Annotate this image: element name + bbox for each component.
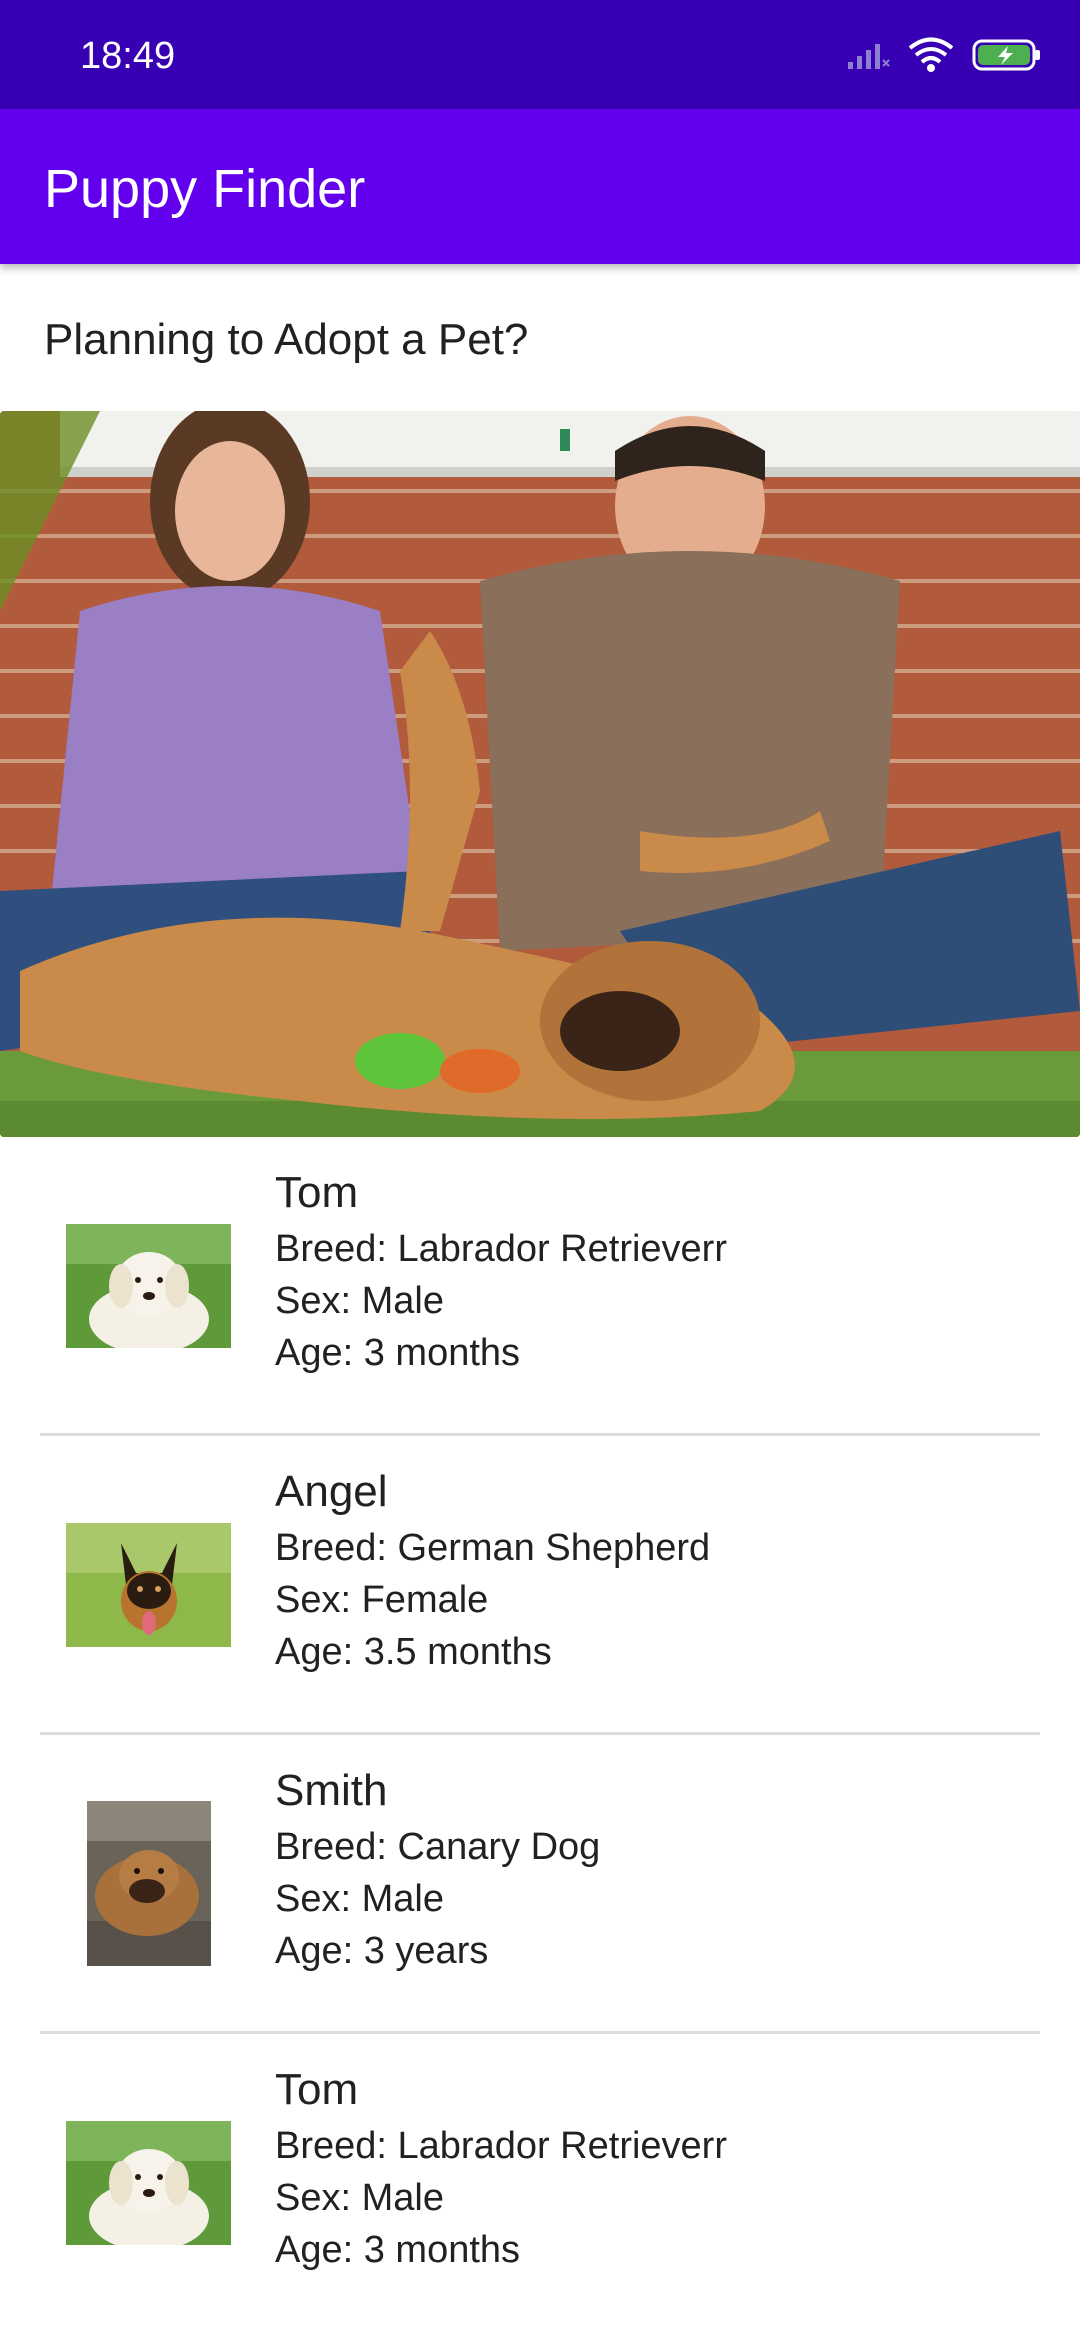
puppy-thumbnail [66,2121,231,2245]
pet-sex: Sex: Female [275,1579,489,1621]
pet-age: Age: 3 months [275,1332,521,1374]
pet-sex: Sex: Male [275,1280,444,1322]
list-item[interactable]: Tom Breed: Labrador Retrieverr Sex: Male… [0,2034,1080,2333]
signal-icon [846,40,890,75]
pet-list: Tom Breed: Labrador Retrieverr Sex: Male… [0,1137,1080,2333]
wifi-icon [908,37,954,78]
pet-breed: Breed: Labrador Retrieverr [275,1228,727,1270]
pet-sex: Sex: Male [275,2177,444,2219]
pet-name: Tom [275,1168,359,1217]
pet-sex: Sex: Male [275,1878,444,1920]
status-icons [846,32,1042,82]
pet-info: Smith Breed: Canary Dog Sex: Male Age: 3… [275,1763,600,1977]
german-shepherd-thumbnail [66,1523,231,1647]
canary-dog-thumbnail [87,1801,211,1966]
list-item[interactable]: Tom Breed: Labrador Retrieverr Sex: Male… [0,1137,1080,1436]
app-bar: Puppy Finder [0,109,1080,264]
app-title: Puppy Finder [44,159,366,219]
pet-age: Age: 3.5 months [275,1631,552,1673]
pet-name: Tom [275,2065,359,2114]
intro-heading: Planning to Adopt a Pet? [44,315,529,364]
pet-info: Tom Breed: Labrador Retrieverr Sex: Male… [275,2062,727,2276]
pet-info: Angel Breed: German Shepherd Sex: Female… [275,1464,710,1678]
pet-breed: Breed: Canary Dog [275,1826,601,1868]
pet-name: Angel [275,1467,388,1516]
pet-age: Age: 3 months [275,2229,521,2271]
status-bar: 18:49 [0,0,1080,109]
battery-charging-icon [972,38,1042,77]
pet-breed: Breed: German Shepherd [275,1527,711,1569]
pet-age: Age: 3 years [275,1930,489,1972]
list-item[interactable]: Angel Breed: German Shepherd Sex: Female… [0,1436,1080,1735]
pet-breed: Breed: Labrador Retrieverr [275,2125,727,2167]
puppy-thumbnail [66,1224,231,1348]
hero-image [0,411,1080,1137]
pet-name: Smith [275,1766,388,1815]
pet-info: Tom Breed: Labrador Retrieverr Sex: Male… [275,1165,727,1379]
list-item[interactable]: Smith Breed: Canary Dog Sex: Male Age: 3… [0,1735,1080,2034]
status-time: 18:49 [80,35,176,77]
